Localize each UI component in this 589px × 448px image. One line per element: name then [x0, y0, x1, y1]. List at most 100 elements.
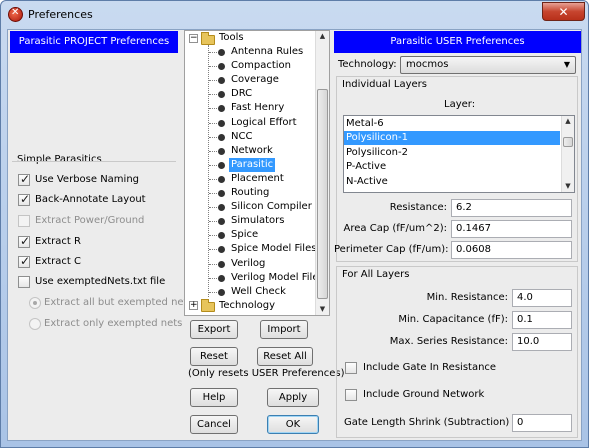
- technology-select[interactable]: mocmos ▼: [400, 56, 576, 74]
- tree-leaf-icon: [218, 246, 225, 254]
- exempted-nets-file-checkbox[interactable]: [18, 276, 30, 288]
- tree-branch-line: [209, 136, 217, 138]
- tree-leaf-icon: [218, 204, 225, 212]
- tree-branch-line: [209, 80, 217, 82]
- close-button[interactable]: ✕: [542, 2, 585, 21]
- window-title: Preferences: [28, 8, 93, 21]
- min-resistance-input[interactable]: 4.0: [512, 289, 572, 307]
- tree-item-drc[interactable]: DRC: [231, 87, 252, 101]
- tree-scroll-thumb[interactable]: [317, 89, 328, 299]
- min-capacitance-input[interactable]: 0.1: [512, 311, 572, 329]
- technology-expand-icon[interactable]: +: [189, 301, 198, 310]
- tools-folder-icon: [201, 32, 215, 45]
- tree-leaf-icon: [218, 218, 225, 226]
- tree-leaf-icon: [218, 119, 225, 127]
- tree-item-compaction[interactable]: Compaction: [231, 59, 291, 73]
- tree-item-verilog-model-files[interactable]: Verilog Model Files: [231, 271, 324, 285]
- layer-list-item[interactable]: Polysilicon-2: [344, 146, 560, 160]
- tree-item-fast-henry[interactable]: Fast Henry: [231, 101, 284, 115]
- tree-item-verilog[interactable]: Verilog: [231, 257, 265, 271]
- tree-item-routing[interactable]: Routing: [231, 186, 269, 200]
- technology-value: mocmos: [406, 59, 449, 70]
- tree-branch-line: [209, 193, 217, 194]
- tree-item-logical-effort[interactable]: Logical Effort: [231, 116, 297, 130]
- preferences-tree[interactable]: − Tools Antenna Rules Compaction Coverage D…: [184, 30, 330, 316]
- tree-leaf-icon: [218, 147, 225, 155]
- project-preferences-header: Parasitic PROJECT Preferences: [10, 31, 178, 53]
- tree-leaf-icon: [218, 91, 225, 99]
- layer-scroll-up-icon[interactable]: ▲: [562, 117, 574, 125]
- scroll-up-icon[interactable]: ▲: [316, 32, 329, 40]
- tree-item-ncc[interactable]: NCC: [231, 130, 252, 144]
- tree-item-spice-model-files[interactable]: Spice Model Files: [231, 242, 316, 256]
- chevron-down-icon: ▼: [563, 60, 570, 69]
- layer-list-item[interactable]: Metal-6: [344, 117, 560, 131]
- apply-button[interactable]: Apply: [267, 388, 319, 407]
- layer-list-item[interactable]: Polysilicon-1: [344, 131, 560, 146]
- tree-leaf-icon: [218, 260, 225, 268]
- tools-collapse-icon[interactable]: −: [189, 34, 198, 43]
- tree-branch-line: [209, 263, 217, 265]
- extract-c-checkbox[interactable]: [18, 254, 30, 268]
- help-button[interactable]: Help: [190, 388, 238, 407]
- back-annotate-label: Back-Annotate Layout: [35, 194, 146, 205]
- layer-list[interactable]: Metal-6 Polysilicon-1 Polysilicon-2 P-Activ…: [343, 115, 575, 193]
- layer-list-item[interactable]: N-Active: [344, 175, 560, 189]
- include-ground-network-checkbox[interactable]: [345, 389, 357, 401]
- tree-item-placement[interactable]: Placement: [231, 172, 284, 186]
- tree-leaf-icon: [218, 77, 225, 85]
- tree-branch-line: [209, 164, 217, 166]
- tree-item-network[interactable]: Network: [231, 144, 273, 158]
- back-annotate-checkbox[interactable]: [18, 192, 30, 206]
- verbose-naming-label: Use Verbose Naming: [35, 174, 140, 185]
- tree-branch-line: [209, 66, 217, 68]
- min-resistance-label: Min. Resistance:: [426, 292, 508, 303]
- reset-all-button[interactable]: Reset All: [257, 347, 313, 366]
- include-gate-in-resistance-checkbox[interactable]: [345, 362, 357, 374]
- gate-length-shrink-label: Gate Length Shrink (Subtraction) um:: [344, 417, 532, 428]
- tree-item-silicon-compiler[interactable]: Silicon Compiler: [231, 200, 312, 214]
- perimeter-cap-input[interactable]: 0.0608: [451, 241, 572, 259]
- scroll-down-icon[interactable]: ▼: [316, 305, 329, 313]
- tree-item-tools[interactable]: Tools: [219, 31, 244, 45]
- cancel-button[interactable]: Cancel: [190, 415, 238, 434]
- reset-button[interactable]: Reset: [190, 347, 238, 366]
- export-button[interactable]: Export: [190, 320, 238, 339]
- verbose-naming-checkbox[interactable]: [18, 172, 30, 186]
- import-button[interactable]: Import: [260, 320, 308, 339]
- tree-branch-line: [209, 249, 217, 251]
- tree-leaf-icon: [218, 133, 225, 141]
- layer-scroll-thumb[interactable]: [563, 137, 573, 147]
- layer-list-item[interactable]: P-Active: [344, 160, 560, 174]
- tree-leaf-icon: [218, 63, 225, 71]
- tree-branch-line: [209, 108, 217, 110]
- tree-scrollbar[interactable]: ▲ ▼: [315, 31, 329, 315]
- area-cap-input[interactable]: 0.1467: [451, 220, 572, 238]
- resistance-input[interactable]: 6.2: [451, 199, 572, 217]
- extract-all-but-exempted-label: Extract all but exempted nets: [44, 297, 193, 308]
- ok-button[interactable]: OK: [267, 415, 319, 434]
- tree-branch-line: [209, 207, 217, 209]
- tree-item-coverage[interactable]: Coverage: [231, 73, 279, 87]
- preferences-window: Preferences ✕ Parasitic PROJECT Preferen…: [0, 0, 589, 448]
- tree-leaf-icon: [218, 161, 225, 169]
- exempted-nets-file-label: Use exemptedNets.txt file: [35, 276, 166, 287]
- tree-item-technology[interactable]: Technology: [219, 299, 275, 313]
- layer-list-scrollbar[interactable]: ▲ ▼: [561, 116, 574, 192]
- tree-item-well-check[interactable]: Well Check: [231, 285, 286, 299]
- gate-length-shrink-input[interactable]: 0: [512, 414, 572, 432]
- tree-leaf-icon: [218, 105, 225, 113]
- title-bar[interactable]: Preferences ✕: [1, 1, 588, 29]
- tree-branch-line: [209, 52, 217, 53]
- tree-item-spice[interactable]: Spice: [231, 228, 258, 242]
- max-series-resistance-input[interactable]: 10.0: [512, 333, 572, 351]
- tree-item-antenna-rules[interactable]: Antenna Rules: [231, 45, 303, 59]
- app-icon: [8, 7, 23, 22]
- extract-only-exempted-label: Extract only exempted nets: [44, 318, 183, 329]
- extract-r-checkbox[interactable]: [18, 234, 30, 248]
- tree-item-simulators[interactable]: Simulators: [231, 214, 284, 228]
- project-preferences-panel: Parasitic PROJECT Preferences Simple Par…: [8, 30, 193, 440]
- tree-item-parasitic[interactable]: Parasitic: [229, 157, 276, 172]
- layer-scroll-down-icon[interactable]: ▼: [562, 182, 574, 190]
- layer-label: Layer:: [444, 99, 476, 110]
